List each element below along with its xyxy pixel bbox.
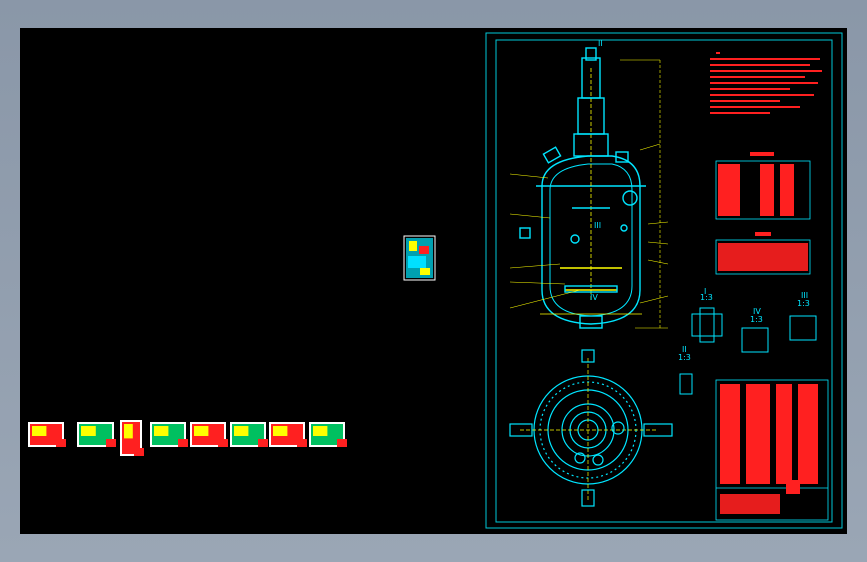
thumbnail-sheet-3[interactable] [120,420,144,456]
thumbnail-sheet-6[interactable] [230,422,268,447]
svg-text:III: III [594,221,601,230]
svg-text:1:3: 1:3 [678,353,691,362]
mini-sheet[interactable] [403,235,436,281]
main-drawing-sheet[interactable]: I 1:3 IV 1:3 III 1:3 II 1:3 II III IV [485,32,843,529]
thumbnail-sheet-4[interactable] [150,422,188,447]
svg-text:IV: IV [590,293,598,302]
thumbnail-sheet-2[interactable] [77,422,116,447]
parts-list [715,379,829,521]
svg-text:1:3: 1:3 [797,299,810,308]
thumbnail-sheet-8[interactable] [309,422,347,447]
nozzle-table [715,232,811,275]
drawing-canvas[interactable]: I 1:3 IV 1:3 III 1:3 II 1:3 II III IV [20,28,847,534]
leader-lines [509,59,669,329]
thumbnail-row[interactable] [28,420,347,456]
plan-view [509,349,673,507]
svg-text:II: II [598,39,603,48]
technical-notes [710,52,822,114]
reactor-vessel [519,47,646,329]
svg-text:1:3: 1:3 [750,315,763,324]
svg-text:1:3: 1:3 [700,293,713,302]
cad-viewport[interactable]: I 1:3 IV 1:3 III 1:3 II 1:3 II III IV [20,28,847,534]
thumbnail-sheet-1[interactable] [28,422,66,447]
thumbnail-sheet-7[interactable] [269,422,307,447]
spec-table [715,152,811,220]
detail-views [679,307,817,395]
thumbnail-sheet-5[interactable] [190,422,228,447]
